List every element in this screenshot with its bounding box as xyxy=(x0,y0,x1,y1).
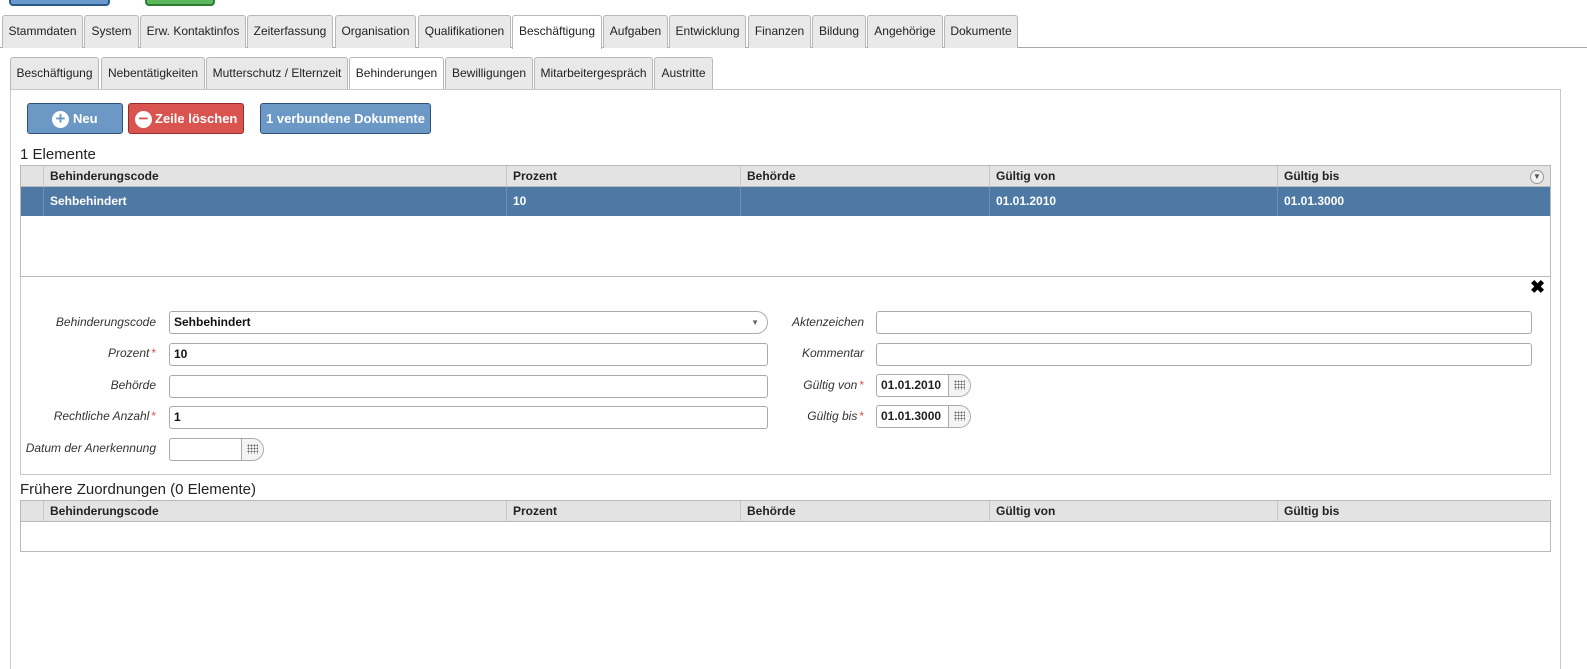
tab-erw-kontaktinfos[interactable]: Erw. Kontaktinfos xyxy=(140,15,246,48)
subtab-beschaeftigung[interactable]: Beschäftigung xyxy=(10,57,99,90)
subtab-behinderungen[interactable]: Behinderungen xyxy=(349,57,444,91)
behinderungscode-select[interactable]: Sehbehindert ▼ xyxy=(169,311,768,334)
delete-row-button[interactable]: − Zeile löschen xyxy=(128,103,244,134)
previous-assignments-grid: Behinderungscode Prozent Behörde Gültig … xyxy=(20,500,1551,552)
grid-header: Behinderungscode Prozent Behörde Gültig … xyxy=(21,166,1550,187)
calendar-icon[interactable] xyxy=(241,439,263,460)
close-icon[interactable]: ✖ xyxy=(1530,277,1545,298)
plus-circle-icon: + xyxy=(52,110,69,128)
new-button-label: Neu xyxy=(73,111,98,126)
label-behinderungscode: Behinderungscode xyxy=(55,315,156,329)
cell-behinderungscode: Sehbehindert xyxy=(43,187,506,216)
delete-row-button-label: Zeile löschen xyxy=(155,111,238,126)
prozent-field[interactable]: 10 xyxy=(169,343,768,366)
sub-tab-bar: Beschäftigung Nebentätigkeiten Muttersch… xyxy=(10,57,1586,91)
behinderungscode-value: Sehbehindert xyxy=(174,315,251,329)
label-gueltig-von: Gültig von * xyxy=(803,378,864,392)
col-header-gueltig-von[interactable]: Gültig von xyxy=(989,166,1277,187)
subtab-mutterschutz-elternzeit[interactable]: Mutterschutz / Elternzeit xyxy=(206,57,348,90)
tab-system[interactable]: System xyxy=(84,15,139,48)
col-header-gueltig-bis[interactable]: Gültig bis xyxy=(1277,501,1550,522)
calendar-icon[interactable] xyxy=(948,375,970,396)
cell-gueltig-bis: 01.01.3000 xyxy=(1277,187,1550,216)
col-header-behoerde[interactable]: Behörde xyxy=(740,501,989,522)
previous-assignments-title: Frühere Zuordnungen (0 Elemente) xyxy=(20,481,256,498)
behoerde-field[interactable] xyxy=(169,375,768,398)
gueltig-von-value: 01.01.2010 xyxy=(881,378,942,392)
subtab-nebentaetigkeiten[interactable]: Nebentätigkeiten xyxy=(101,57,205,90)
col-header-prozent[interactable]: Prozent xyxy=(506,166,740,187)
col-header-behoerde[interactable]: Behörde xyxy=(740,166,989,187)
col-header-prozent[interactable]: Prozent xyxy=(506,501,740,522)
grid-count-title: 1 Elemente xyxy=(20,146,96,163)
label-gueltig-bis: Gültig bis * xyxy=(807,409,864,423)
top-action-button-blue[interactable] xyxy=(9,0,110,6)
tab-angehoerige[interactable]: Angehörige xyxy=(867,15,943,48)
minus-circle-icon: − xyxy=(135,110,152,128)
cell-behoerde xyxy=(740,187,989,216)
tab-organisation[interactable]: Organisation xyxy=(335,15,416,48)
top-action-button-green[interactable] xyxy=(145,0,215,6)
subtab-mitarbeitergespraech[interactable]: Mitarbeitergespräch xyxy=(534,57,653,90)
linked-documents-button[interactable]: 1 verbundene Dokumente xyxy=(260,103,431,134)
label-prozent: Prozent * xyxy=(107,346,156,360)
col-header-gueltig-bis[interactable]: Gültig bis xyxy=(1277,166,1550,187)
label-behoerde: Behörde xyxy=(110,378,156,392)
cell-prozent: 10 xyxy=(506,187,740,216)
gueltig-bis-value: 01.01.3000 xyxy=(881,409,942,423)
subtab-bewilligungen[interactable]: Bewilligungen xyxy=(445,57,533,90)
datum-anerkennung-field[interactable] xyxy=(169,438,264,461)
disabilities-grid: Behinderungscode Prozent Behörde Gültig … xyxy=(20,165,1551,277)
label-rechtliche-anzahl: Rechtliche Anzahl * xyxy=(53,409,156,423)
kommentar-field[interactable] xyxy=(876,343,1532,366)
tab-qualifikationen[interactable]: Qualifikationen xyxy=(418,15,511,48)
tab-finanzen[interactable]: Finanzen xyxy=(748,15,811,48)
tab-aufgaben[interactable]: Aufgaben xyxy=(603,15,668,48)
label-datum-anerkennung: Datum der Anerkennung xyxy=(25,441,156,455)
gueltig-bis-field[interactable]: 01.01.3000 xyxy=(876,405,971,428)
col-header-behinderungscode[interactable]: Behinderungscode xyxy=(43,166,506,187)
gueltig-von-field[interactable]: 01.01.2010 xyxy=(876,374,971,397)
col-header-gueltig-von[interactable]: Gültig von xyxy=(989,501,1277,522)
main-tab-bar: Stammdaten System Erw. Kontaktinfos Zeit… xyxy=(0,15,1587,49)
tab-zeiterfassung[interactable]: Zeiterfassung xyxy=(247,15,333,48)
column-menu-icon[interactable]: ▼ xyxy=(1530,170,1544,184)
col-header-behinderungscode[interactable]: Behinderungscode xyxy=(43,501,506,522)
cell-gueltig-von: 01.01.2010 xyxy=(989,187,1277,216)
subtab-austritte[interactable]: Austritte xyxy=(654,57,713,90)
chevron-down-icon: ▼ xyxy=(751,318,759,327)
new-button[interactable]: + Neu xyxy=(27,103,123,134)
label-aktenzeichen: Aktenzeichen xyxy=(791,315,864,329)
tab-dokumente[interactable]: Dokumente xyxy=(944,15,1018,48)
tab-beschaeftigung[interactable]: Beschäftigung xyxy=(512,15,602,49)
tab-entwicklung[interactable]: Entwicklung xyxy=(669,15,746,48)
tab-stammdaten[interactable]: Stammdaten xyxy=(2,15,83,48)
grid-header: Behinderungscode Prozent Behörde Gültig … xyxy=(21,501,1550,522)
table-row[interactable]: Sehbehindert 10 01.01.2010 01.01.3000 xyxy=(21,187,1550,216)
calendar-icon[interactable] xyxy=(948,406,970,427)
rechtliche-anzahl-field[interactable]: 1 xyxy=(169,406,768,429)
aktenzeichen-field[interactable] xyxy=(876,311,1532,334)
label-kommentar: Kommentar xyxy=(801,346,864,360)
tab-bildung[interactable]: Bildung xyxy=(812,15,866,48)
